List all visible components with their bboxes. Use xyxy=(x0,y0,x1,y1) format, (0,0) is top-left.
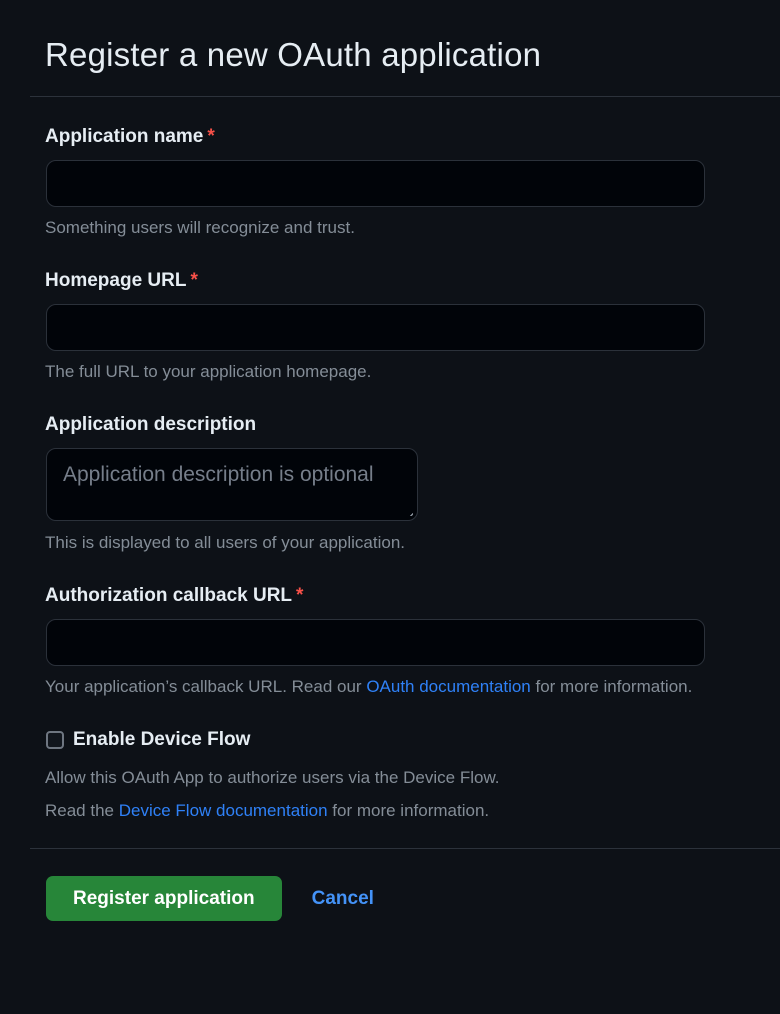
oauth-register-page: Register a new OAuth application Applica… xyxy=(0,36,780,921)
application-description-note: This is displayed to all users of your a… xyxy=(45,533,780,553)
form-actions: Register application Cancel xyxy=(46,876,780,921)
divider-bottom xyxy=(30,848,780,849)
homepage-url-label: Homepage URL* xyxy=(45,270,780,292)
callback-url-label-text: Authorization callback URL xyxy=(45,585,292,606)
application-name-note: Something users will recognize and trust… xyxy=(45,218,780,238)
callback-url-note: Your application’s callback URL. Read ou… xyxy=(45,677,780,697)
application-description-label-text: Application description xyxy=(45,414,256,435)
callback-url-input[interactable] xyxy=(46,619,705,666)
form-group-callback-url: Authorization callback URL* Your applica… xyxy=(0,585,780,697)
homepage-url-note: The full URL to your application homepag… xyxy=(45,362,780,382)
application-name-label-text: Application name xyxy=(45,126,203,147)
enable-device-flow-checkbox[interactable] xyxy=(46,731,64,749)
callback-url-label: Authorization callback URL* xyxy=(45,585,780,607)
device-flow-checkbox-row: Enable Device Flow xyxy=(46,728,780,751)
application-description-textarea[interactable] xyxy=(46,448,418,521)
callback-url-note-prefix: Your application’s callback URL. Read ou… xyxy=(45,677,366,696)
enable-device-flow-label: Enable Device Flow xyxy=(73,728,250,751)
page-title: Register a new OAuth application xyxy=(45,36,780,74)
form-group-application-description: Application description This is displaye… xyxy=(0,414,780,553)
required-asterisk: * xyxy=(296,585,303,606)
register-application-button[interactable]: Register application xyxy=(46,876,282,921)
callback-url-note-suffix: for more information. xyxy=(531,677,693,696)
device-flow-documentation-link[interactable]: Device Flow documentation xyxy=(119,801,328,820)
homepage-url-label-text: Homepage URL xyxy=(45,270,186,291)
device-flow-docs-prefix: Read the xyxy=(45,801,119,820)
device-flow-section: Enable Device Flow Allow this OAuth App … xyxy=(0,728,780,821)
homepage-url-input[interactable] xyxy=(46,304,705,351)
device-flow-docs-suffix: for more information. xyxy=(328,801,490,820)
device-flow-docs-note: Read the Device Flow documentation for m… xyxy=(45,801,780,821)
application-description-textarea-wrap xyxy=(46,448,418,521)
required-asterisk: * xyxy=(207,126,214,147)
application-description-label: Application description xyxy=(45,414,780,436)
oauth-documentation-link[interactable]: OAuth documentation xyxy=(366,677,530,696)
application-name-label: Application name* xyxy=(45,126,780,148)
divider-top xyxy=(30,96,780,97)
cancel-link[interactable]: Cancel xyxy=(312,888,374,910)
required-asterisk: * xyxy=(190,270,197,291)
device-flow-description: Allow this OAuth App to authorize users … xyxy=(45,768,780,788)
form-group-application-name: Application name* Something users will r… xyxy=(0,126,780,238)
application-name-input[interactable] xyxy=(46,160,705,207)
form-group-homepage-url: Homepage URL* The full URL to your appli… xyxy=(0,270,780,382)
